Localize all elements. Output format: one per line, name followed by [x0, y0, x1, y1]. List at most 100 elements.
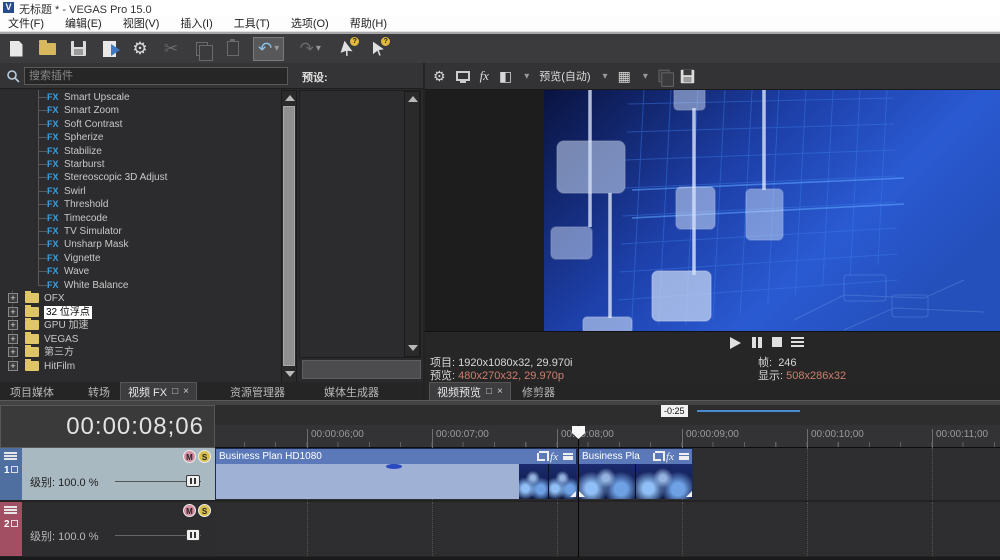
- restore-icon[interactable]: □: [486, 386, 492, 397]
- scroll-up-icon[interactable]: [408, 96, 418, 102]
- fx-item[interactable]: FXThreshold: [0, 198, 297, 211]
- tab-video-fx[interactable]: 视频 FX □ ×: [120, 382, 197, 400]
- redo-button[interactable]: ↷ ▾: [293, 38, 327, 60]
- menu-file[interactable]: 文件(F): [8, 15, 44, 31]
- menu-options[interactable]: 选项(O): [291, 15, 329, 31]
- playhead-line[interactable]: [578, 425, 579, 557]
- track-1-lane[interactable]: Business Plan HD1080 fx Business Pla... …: [215, 448, 1000, 500]
- menu-insert[interactable]: 插入(I): [180, 15, 212, 31]
- preset-scrollbar[interactable]: [404, 91, 420, 357]
- quality-dropdown-icon[interactable]: ▾: [603, 71, 608, 82]
- fx-item[interactable]: FXVignette: [0, 252, 297, 265]
- render-as-button[interactable]: [98, 38, 120, 60]
- fx-item[interactable]: FXWave: [0, 265, 297, 278]
- close-icon[interactable]: ×: [497, 386, 503, 397]
- fx-item[interactable]: FXSmart Zoom: [0, 104, 297, 117]
- transport-menu-icon[interactable]: [791, 337, 804, 347]
- timecode-display[interactable]: 00:00:08;06: [0, 405, 215, 448]
- tree-scrollbar[interactable]: [281, 90, 297, 383]
- copy-snapshot-icon[interactable]: [658, 70, 669, 83]
- pause-button[interactable]: [752, 337, 762, 348]
- tab-project-media[interactable]: 项目媒体: [10, 384, 54, 400]
- fade-handle[interactable]: [579, 491, 585, 497]
- expand-icon[interactable]: +: [8, 361, 18, 371]
- mute-button[interactable]: M: [183, 504, 196, 517]
- timeline-ruler[interactable]: 00:00:06;00 00:00:07;00 00:00:08;00 00:0…: [215, 425, 1000, 448]
- timeline-clip[interactable]: Business Plan HD1080 fx: [215, 448, 577, 499]
- expand-icon[interactable]: +: [8, 347, 18, 357]
- search-input[interactable]: [24, 67, 288, 85]
- level-slider-handle[interactable]: [186, 475, 200, 487]
- menu-view[interactable]: 视图(V): [123, 15, 160, 31]
- track-menu-icon[interactable]: [4, 506, 17, 514]
- cut-button[interactable]: ✂: [160, 38, 182, 60]
- tab-trimmer[interactable]: 修剪器: [522, 384, 555, 400]
- scroll-up-icon[interactable]: [285, 95, 295, 101]
- overlay-grid-icon[interactable]: ▦: [618, 69, 631, 83]
- marker-bar[interactable]: -0:25: [215, 405, 1000, 425]
- preset-list[interactable]: [299, 90, 421, 358]
- scrollbar-thumb[interactable]: [283, 106, 295, 366]
- solo-button[interactable]: S: [198, 504, 211, 517]
- fx-folder-ofx[interactable]: +OFX: [0, 292, 297, 305]
- video-output-fx-icon[interactable]: fx: [480, 68, 489, 84]
- expand-icon[interactable]: +: [8, 307, 18, 317]
- restore-icon[interactable]: □: [172, 386, 178, 397]
- close-icon[interactable]: ×: [183, 386, 189, 397]
- clip-header[interactable]: Business Pla... fx: [579, 449, 692, 464]
- fx-item[interactable]: FXStarburst: [0, 158, 297, 171]
- fx-item[interactable]: FXSwirl: [0, 185, 297, 198]
- event-menu-icon[interactable]: [679, 453, 689, 460]
- fx-item[interactable]: FXStabilize: [0, 145, 297, 158]
- track-1-header[interactable]: 1 M S 级别: 100.0 %: [0, 448, 215, 500]
- interaction-help-button[interactable]: ?: [336, 38, 358, 60]
- level-slider-handle[interactable]: [186, 529, 200, 541]
- play-button[interactable]: [730, 337, 741, 349]
- fx-folder-hitfilm[interactable]: +HitFilm: [0, 360, 297, 373]
- undo-button[interactable]: ↶ ▾: [253, 37, 284, 61]
- clip-header[interactable]: Business Plan HD1080 fx: [216, 449, 576, 464]
- fx-item[interactable]: FXStereoscopic 3D Adjust: [0, 171, 297, 184]
- tab-transitions[interactable]: 转场: [88, 384, 110, 400]
- scroll-down-icon[interactable]: [285, 371, 295, 377]
- tab-video-preview[interactable]: 视频预览 □ ×: [429, 382, 511, 400]
- fx-item[interactable]: FXSpherize: [0, 131, 297, 144]
- tab-explorer[interactable]: 资源管理器: [230, 384, 285, 400]
- fx-item[interactable]: FXTV Simulator: [0, 225, 297, 238]
- event-pan-crop-icon[interactable]: [537, 453, 545, 461]
- fade-handle[interactable]: [570, 491, 576, 497]
- fx-item[interactable]: FXUnsharp Mask: [0, 238, 297, 251]
- solo-button[interactable]: S: [198, 450, 211, 463]
- paste-button[interactable]: [222, 38, 244, 60]
- fx-folder-thirdparty[interactable]: +第三方: [0, 346, 297, 359]
- fade-handle[interactable]: [686, 491, 692, 497]
- track-2-header[interactable]: 2 M S 级别: 100.0 %: [0, 502, 215, 556]
- split-screen-icon[interactable]: ◧: [499, 69, 512, 83]
- new-project-button[interactable]: [5, 38, 27, 60]
- menu-help[interactable]: 帮助(H): [350, 15, 387, 31]
- stop-button[interactable]: [772, 337, 782, 347]
- event-pan-crop-icon[interactable]: [653, 453, 661, 461]
- open-button[interactable]: [36, 38, 58, 60]
- timeline-clip[interactable]: Business Pla... fx: [578, 448, 693, 499]
- event-menu-icon[interactable]: [563, 453, 573, 460]
- menu-edit[interactable]: 编辑(E): [65, 15, 102, 31]
- external-monitor-icon[interactable]: [456, 71, 470, 81]
- undo-dropdown-icon[interactable]: ▾: [274, 43, 279, 54]
- expand-icon[interactable]: +: [8, 293, 18, 303]
- menu-tools[interactable]: 工具(T): [234, 15, 270, 31]
- expand-icon[interactable]: +: [8, 334, 18, 344]
- fx-item[interactable]: FXSmart Upscale: [0, 91, 297, 104]
- split-dropdown-icon[interactable]: ▾: [524, 71, 529, 82]
- fx-folder-gpu[interactable]: +GPU 加速: [0, 319, 297, 332]
- fx-item[interactable]: FXSoft Contrast: [0, 118, 297, 131]
- save-button[interactable]: [67, 38, 89, 60]
- tab-media-generators[interactable]: 媒体生成器: [324, 384, 379, 400]
- fx-folder-32bit[interactable]: +32 位浮点: [0, 306, 297, 319]
- properties-button[interactable]: ⚙: [129, 38, 151, 60]
- event-fx-icon[interactable]: fx: [666, 451, 674, 463]
- expand-icon[interactable]: +: [8, 320, 18, 330]
- event-fx-icon[interactable]: fx: [550, 451, 558, 463]
- fx-folder-vegas[interactable]: +VEGAS: [0, 333, 297, 346]
- copy-button[interactable]: [191, 38, 213, 60]
